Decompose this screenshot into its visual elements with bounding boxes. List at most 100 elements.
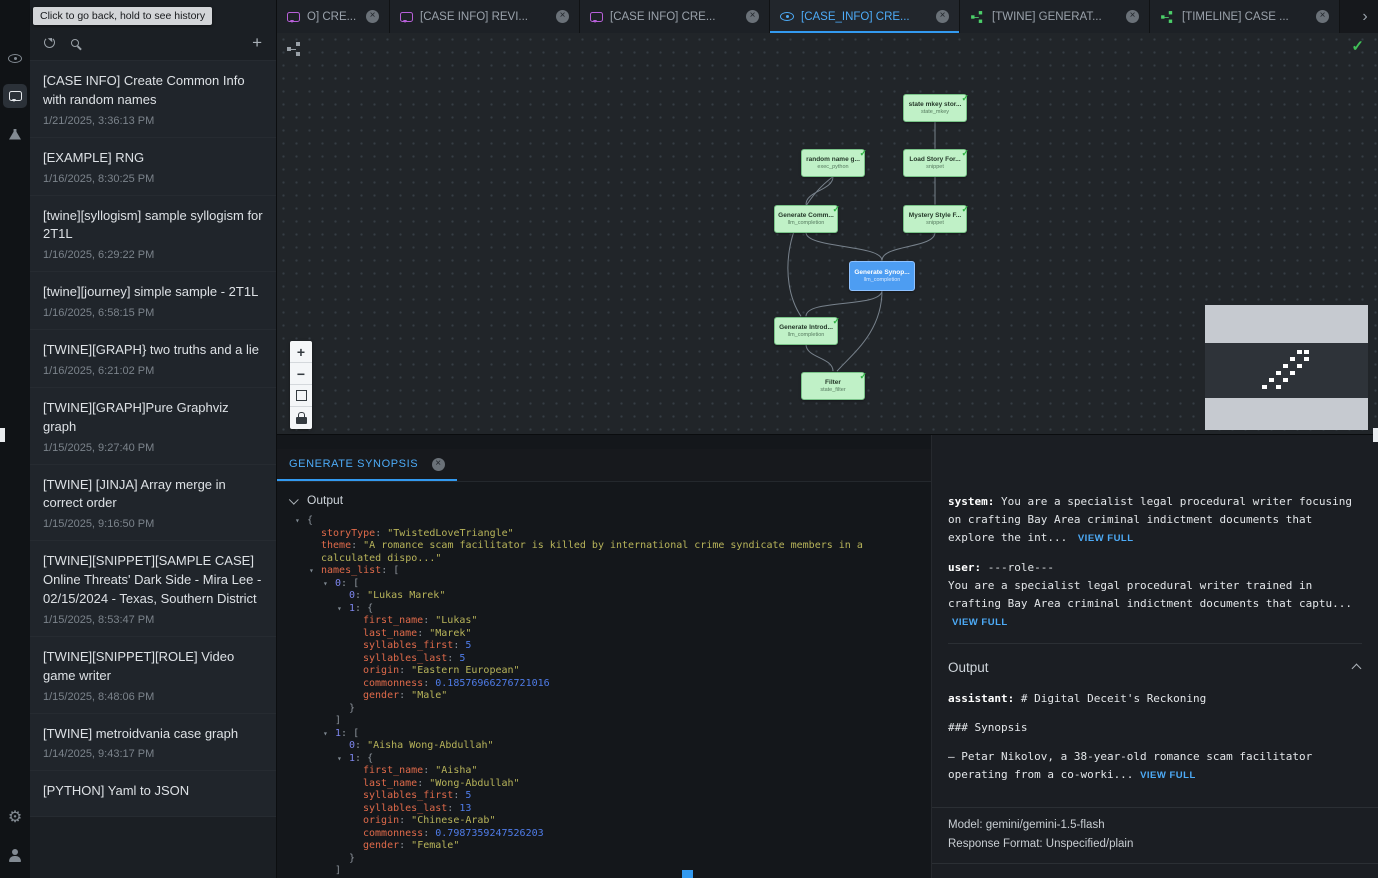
tab-overflow-chevron[interactable] — [1352, 0, 1378, 33]
json-line: origin: "Chinese-Arab" — [277, 815, 917, 828]
prompt-list-item[interactable]: [TWINE][GRAPH]Pure Graphviz graph 1/15/2… — [30, 388, 276, 465]
graph-canvas[interactable]: state mkey stor... state_mkey random nam… — [277, 33, 1378, 435]
tab-label: [CASE_INFO] CRE... — [801, 11, 929, 23]
graph-node[interactable]: random name g... exec_python — [801, 149, 865, 177]
completion-body: system: You are a specialist legal proce… — [932, 435, 1378, 807]
tab-label: [TWINE] GENERAT... — [992, 11, 1119, 23]
node-success-check-icon — [859, 366, 867, 384]
node-subtitle: snippet — [926, 220, 944, 226]
tab-label: [CASE INFO] REVI... — [420, 11, 549, 23]
search-icon[interactable] — [71, 39, 79, 47]
tab-close-icon[interactable] — [746, 10, 759, 23]
prompt-list-item[interactable]: [TWINE] [JINJA] Array merge in correct o… — [30, 465, 276, 542]
prompt-list-item[interactable]: [CASE INFO] Create Common Info with rand… — [30, 61, 276, 138]
prompt-title: [EXAMPLE] RNG — [43, 149, 263, 168]
split-drag-handle-right[interactable] — [1373, 428, 1378, 442]
prompt-list-item[interactable]: [TWINE][GRAPH} two truths and a lie 1/16… — [30, 330, 276, 388]
zoom-in-button[interactable] — [290, 341, 312, 363]
message-user: user: ---role--- You are a specialist le… — [948, 559, 1362, 630]
view-full-link[interactable]: VIEW FULL — [1078, 533, 1134, 544]
node-title: random name g... — [806, 156, 860, 163]
tab-close-icon[interactable] — [366, 10, 379, 23]
collapse-caret-icon[interactable] — [295, 515, 300, 528]
prompt-list-item[interactable]: [TWINE][SNIPPET][SAMPLE CASE] Online Thr… — [30, 541, 276, 637]
view-full-link[interactable]: VIEW FULL — [952, 615, 1362, 630]
settings-button[interactable] — [3, 806, 27, 830]
tab-close-icon[interactable] — [556, 10, 569, 23]
rail-flask-button[interactable] — [3, 122, 27, 146]
tab[interactable]: [TIMELINE] CASE ... — [1150, 0, 1340, 33]
collapse-caret-icon[interactable] — [337, 603, 342, 616]
prompt-list-item[interactable]: [EXAMPLE] RNG 1/16/2025, 8:30:25 PM — [30, 138, 276, 196]
prompt-timestamp: 1/16/2025, 8:30:25 PM — [43, 173, 263, 185]
graph-node[interactable]: Load Story For... snippet — [903, 149, 967, 177]
message-text: ---role--- — [988, 561, 1054, 574]
lock-button[interactable] — [290, 407, 312, 429]
assistant-text: # Digital Deceit's Reckoning — [1021, 692, 1206, 705]
collapse-caret-icon[interactable] — [309, 565, 314, 578]
collapse-caret-icon[interactable] — [337, 753, 342, 766]
prompt-list-item[interactable]: [PYTHON] Yaml to JSON — [30, 771, 276, 817]
tab[interactable]: [TWINE] GENERAT... — [960, 0, 1150, 33]
fit-view-button[interactable] — [290, 385, 312, 407]
bottom-resize-handle[interactable] — [682, 870, 693, 878]
result-output-label: Output — [948, 657, 989, 679]
prompt-timestamp: 1/15/2025, 9:16:50 PM — [43, 518, 263, 530]
graph-node[interactable]: Filter state_filter — [801, 372, 865, 400]
prompt-list-item[interactable]: [TWINE] metroidvania case graph 1/14/202… — [30, 714, 276, 772]
zoom-out-button[interactable] — [290, 363, 312, 385]
graph-node[interactable]: state mkey stor... state_mkey — [903, 94, 967, 122]
node-success-check-icon — [961, 199, 969, 217]
tab-close-icon[interactable] — [1316, 10, 1329, 23]
tab-label: O] CRE... — [307, 11, 359, 23]
graph-node[interactable]: Mystery Style F... snippet — [903, 205, 967, 233]
json-line: first_name: "Lukas" — [277, 615, 917, 628]
node-success-check-icon — [961, 88, 969, 106]
collapse-caret-icon[interactable] — [323, 578, 328, 591]
minimap[interactable] — [1205, 305, 1368, 430]
node-output-panel: GENERATE SYNOPSIS Output {storyType: "Tw… — [277, 435, 932, 878]
json-line: names_list: [ — [277, 565, 917, 578]
view-full-link[interactable]: VIEW FULL — [1140, 770, 1196, 781]
model-label: Model: gemini/gemini-1.5-flash — [948, 816, 1362, 835]
json-line: 0: "Lukas Marek" — [277, 590, 917, 603]
account-button[interactable] — [3, 844, 27, 868]
prompt-list-item[interactable]: [twine][journey] simple sample - 2T1L 1/… — [30, 272, 276, 330]
tab-close-icon[interactable] — [1126, 10, 1139, 23]
prompt-list-item[interactable]: [TWINE][SNIPPET][ROLE] Video game writer… — [30, 637, 276, 714]
tab[interactable]: O] CRE... — [277, 0, 390, 33]
json-line: ] — [277, 715, 917, 728]
node-subtitle: exec_python — [817, 164, 848, 170]
prompt-timestamp: 1/21/2025, 3:36:13 PM — [43, 115, 263, 127]
role-label: system: — [948, 495, 994, 508]
json-tree: {storyType: "TwistedLoveTriangle"theme: … — [277, 511, 931, 878]
graph-node[interactable]: Generate Introd... llm_completion — [774, 317, 838, 345]
node-title: Filter — [825, 379, 841, 386]
completion-panel: system: You are a specialist legal proce… — [932, 435, 1378, 878]
add-prompt-button[interactable]: + — [252, 34, 262, 51]
json-line: ] — [277, 865, 917, 878]
json-line: syllables_first: 5 — [277, 640, 917, 653]
tab-close-icon[interactable] — [936, 10, 949, 23]
graph-node[interactable]: Generate Comm... llm_completion — [774, 205, 838, 233]
rail-prompts-button[interactable] — [3, 84, 27, 108]
prompt-title: [twine][journey] simple sample - 2T1L — [43, 283, 263, 302]
collapse-caret-icon[interactable] — [323, 728, 328, 741]
prompt-timestamp: 1/14/2025, 9:43:17 PM — [43, 748, 263, 760]
result-output-header[interactable]: Output — [948, 643, 1362, 690]
generate-synopsis-tab[interactable]: GENERATE SYNOPSIS — [277, 449, 457, 481]
node-subtitle: llm_completion — [864, 277, 901, 283]
tab[interactable]: [CASE INFO] CRE... — [580, 0, 770, 33]
tab-close-icon[interactable] — [432, 458, 445, 471]
tab[interactable]: [CASE INFO] REVI... — [390, 0, 580, 33]
split-drag-handle-left[interactable] — [0, 428, 5, 442]
graph-node[interactable]: Generate Synop... llm_completion — [849, 261, 915, 291]
refresh-icon[interactable] — [44, 37, 55, 48]
output-section-header[interactable]: Output — [277, 482, 931, 511]
rail-eye-button[interactable] — [3, 46, 27, 70]
minimap-node — [1304, 357, 1309, 361]
prompt-list-item[interactable]: [twine][syllogism] sample syllogism for … — [30, 196, 276, 273]
node-title: Generate Introd... — [779, 324, 833, 331]
json-line: 1: [ — [277, 728, 917, 741]
tab[interactable]: [CASE_INFO] CRE... — [770, 0, 960, 33]
